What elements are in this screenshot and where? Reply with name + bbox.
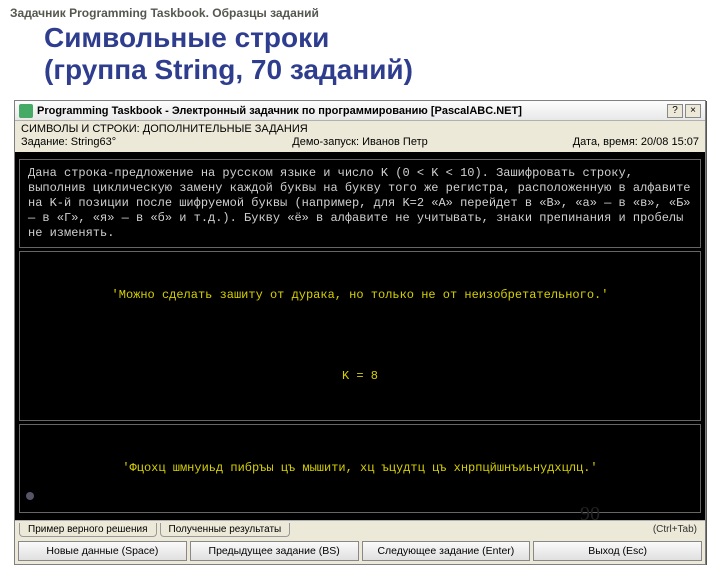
- window-title: Programming Taskbook - Электронный задач…: [37, 105, 665, 117]
- demo-label: Демо-запуск: Иванов Петр: [191, 136, 529, 148]
- tab-results[interactable]: Полученные результаты: [160, 523, 291, 537]
- date-label: Дата, время: 20/08 15:07: [529, 136, 699, 148]
- page-number: 90: [580, 503, 600, 526]
- exit-button[interactable]: Выход (Esc): [533, 541, 702, 561]
- terminal-area: Дана строка-предложение на русском языке…: [15, 152, 705, 520]
- page-title: Символьные строки (группа String, 70 зад…: [0, 22, 720, 94]
- close-button[interactable]: ×: [685, 104, 701, 118]
- problem-text: Дана строка-предложение на русском языке…: [19, 159, 701, 248]
- tab-example[interactable]: Пример верного решения: [19, 523, 157, 537]
- new-data-button[interactable]: Новые данные (Space): [18, 541, 187, 561]
- next-task-button[interactable]: Следующее задание (Enter): [362, 541, 531, 561]
- k-line: K = 8: [28, 369, 692, 384]
- breadcrumb: Задачник Programming Taskbook. Образцы з…: [0, 0, 720, 22]
- prev-task-button[interactable]: Предыдущее задание (BS): [190, 541, 359, 561]
- title-line-1: Символьные строки: [44, 22, 329, 53]
- app-icon: [19, 104, 33, 118]
- input-line: 'Можно сделать зашиту от дурака, но толь…: [28, 288, 692, 303]
- help-button[interactable]: ?: [667, 104, 683, 118]
- tabs-row: Пример верного решения Полученные резуль…: [15, 520, 705, 538]
- info-bar: СИМВОЛЫ И СТРОКИ: ДОПОЛНИТЕЛЬНЫЕ ЗАДАНИЯ…: [15, 121, 705, 152]
- app-window: Programming Taskbook - Электронный задач…: [14, 100, 706, 565]
- title-bar: Programming Taskbook - Электронный задач…: [15, 101, 705, 121]
- output-line: 'Фцохц шмнуиьд пибръы цъ мышити, хц ъцуд…: [28, 461, 692, 476]
- output-block: 'Фцохц шмнуиьд пибръы цъ мышити, хц ъцуд…: [19, 424, 701, 513]
- task-label: Задание: String63°: [21, 136, 191, 148]
- button-row: Новые данные (Space) Предыдущее задание …: [15, 538, 705, 564]
- input-block: 'Можно сделать зашиту от дурака, но толь…: [19, 251, 701, 421]
- section-label: СИМВОЛЫ И СТРОКИ: ДОПОЛНИТЕЛЬНЫЕ ЗАДАНИЯ: [21, 123, 699, 136]
- title-line-2: (группа String, 70 заданий): [44, 54, 413, 85]
- tab-hint: (Ctrl+Tab): [653, 524, 701, 535]
- bullet-icon: [26, 492, 34, 500]
